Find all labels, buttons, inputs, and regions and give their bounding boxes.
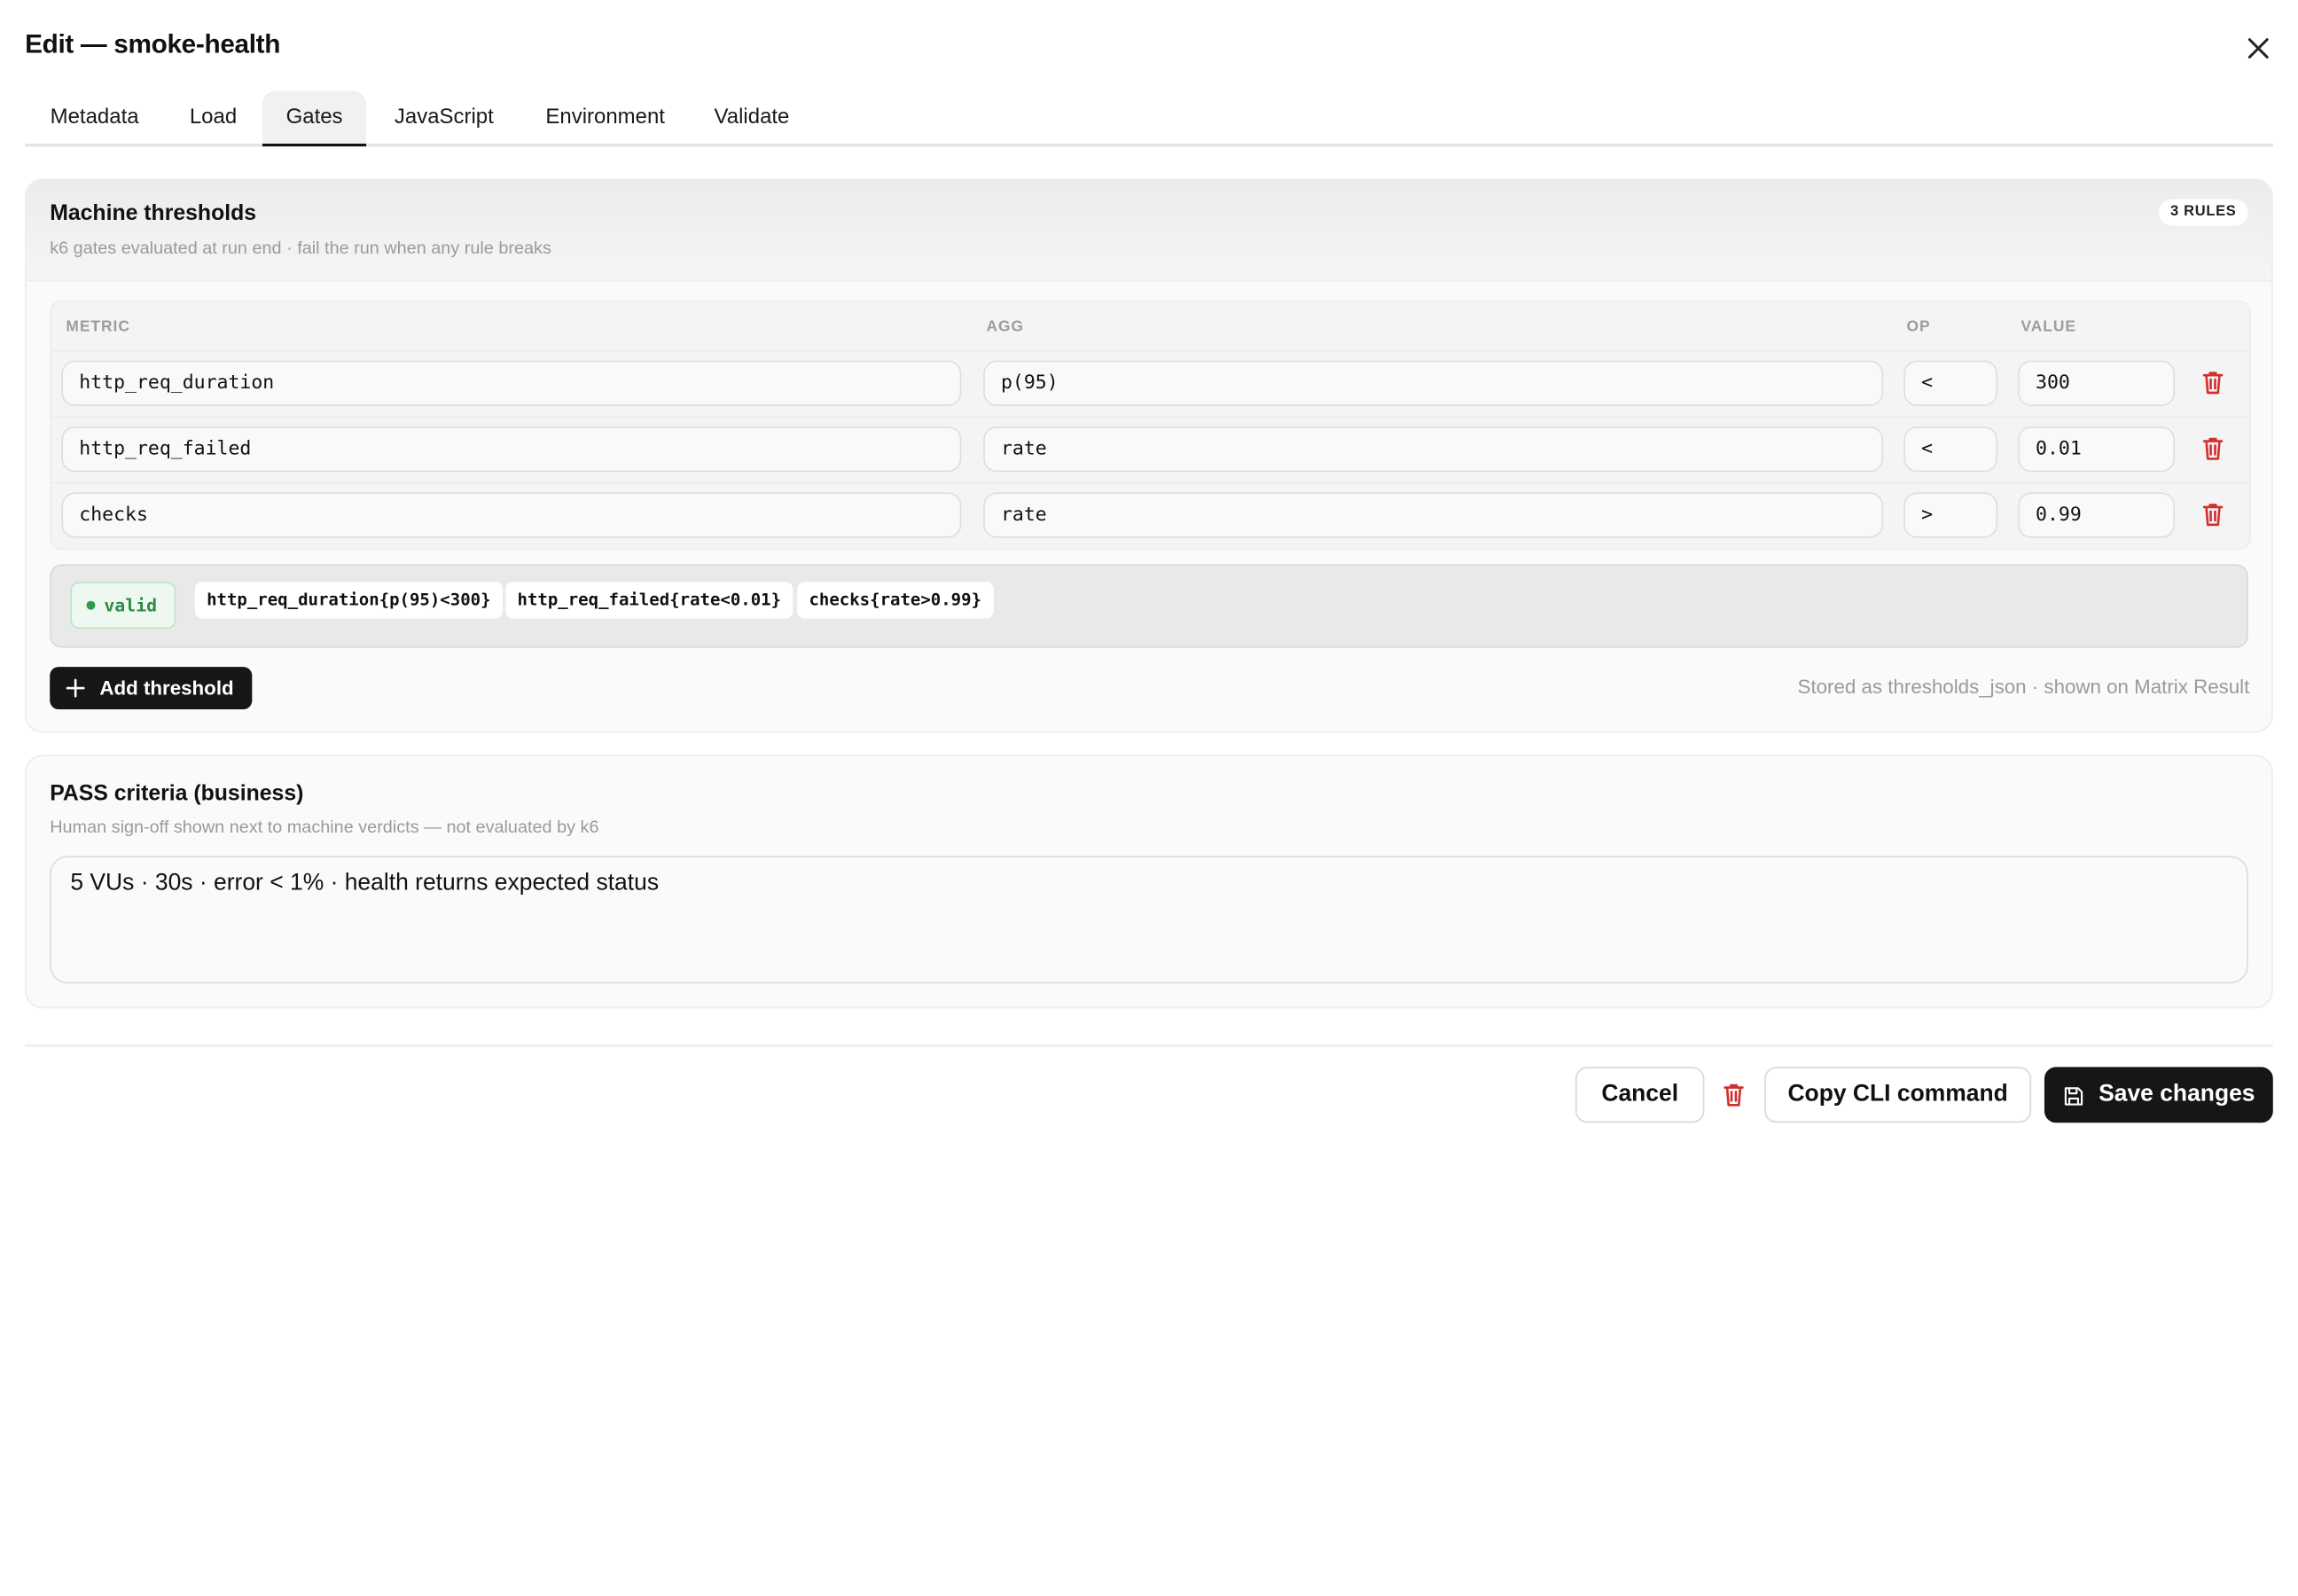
op-select[interactable]: > (1903, 492, 1998, 538)
thresholds-table: METRIC AGG OP VALUE http_req_duration p(… (50, 300, 2252, 550)
pass-criteria-card: PASS criteria (business) Human sign-off … (25, 755, 2273, 1009)
column-header-op: OP (1906, 317, 1931, 336)
tab-environment[interactable]: Environment (521, 90, 688, 144)
metric-input[interactable]: http_req_failed (61, 426, 962, 473)
pass-criteria-subtitle: Human sign-off shown next to machine ver… (50, 816, 599, 837)
threshold-row: http_req_failed rate < 0.01 (51, 416, 2250, 483)
value-input[interactable]: 300 (2018, 360, 2176, 406)
thresholds-card-header: Machine thresholds k6 gates evaluated at… (26, 180, 2272, 282)
save-changes-label: Save changes (2099, 1081, 2255, 1107)
trash-icon[interactable] (2201, 435, 2224, 462)
thresholds-title: Machine thresholds (50, 200, 257, 226)
tab-javascript[interactable]: JavaScript (370, 90, 520, 144)
thresholds-card: Machine thresholds k6 gates evaluated at… (25, 178, 2273, 733)
save-icon (2064, 1087, 2083, 1106)
storage-note: Stored as thresholds_json · shown on Mat… (1797, 676, 2250, 698)
dialog-title: Edit — smoke-health (25, 29, 281, 59)
column-header-metric: METRIC (66, 317, 130, 336)
save-changes-button[interactable]: Save changes (2044, 1067, 2273, 1123)
copy-cli-button[interactable]: Copy CLI command (1764, 1067, 2032, 1123)
tab-load[interactable]: Load (164, 90, 262, 144)
metric-input[interactable]: http_req_duration (61, 360, 962, 406)
trash-icon[interactable] (2201, 501, 2224, 528)
tab-bar: Metadata Load Gates JavaScript Environme… (25, 90, 2273, 147)
trash-icon[interactable] (2201, 370, 2224, 396)
add-threshold-label: Add threshold (99, 677, 234, 700)
agg-input[interactable]: rate (983, 426, 1884, 473)
close-icon[interactable] (2242, 32, 2274, 64)
agg-input[interactable]: rate (983, 492, 1884, 538)
op-select[interactable]: < (1903, 360, 1998, 406)
thresholds-subtitle: k6 gates evaluated at run end · fail the… (50, 237, 551, 258)
pass-criteria-textarea[interactable]: 5 VUs · 30s · error < 1% · health return… (50, 856, 2248, 984)
column-header-agg: AGG (986, 317, 1024, 336)
threshold-expression: http_req_failed{rate<0.01} (505, 582, 793, 619)
threshold-expression: http_req_duration{p(95)<300} (194, 582, 503, 619)
add-threshold-button[interactable]: Add threshold (50, 667, 252, 710)
tab-validate[interactable]: Validate (692, 90, 812, 144)
edit-dialog: Edit — smoke-health Metadata Load Gates … (0, 0, 2298, 1596)
valid-status-label: valid (104, 595, 158, 616)
status-dot-icon (86, 599, 96, 609)
threshold-expression: checks{rate>0.99} (797, 582, 994, 619)
rules-count-badge: 3 RULES (2158, 199, 2248, 226)
footer-divider (25, 1044, 2273, 1047)
value-input[interactable]: 0.01 (2018, 426, 2176, 473)
threshold-preview: valid http_req_duration{p(95)<300} http_… (50, 564, 2248, 648)
column-header-value: VALUE (2021, 317, 2076, 336)
cancel-button[interactable]: Cancel (1575, 1067, 1705, 1123)
plus-icon (66, 678, 85, 698)
valid-status-chip: valid (70, 582, 176, 630)
trash-icon[interactable] (1722, 1082, 1745, 1108)
tab-gates[interactable]: Gates (262, 90, 367, 147)
metric-input[interactable]: checks (61, 492, 962, 538)
agg-input[interactable]: p(95) (983, 360, 1884, 406)
pass-criteria-title: PASS criteria (business) (50, 781, 304, 807)
op-select[interactable]: < (1903, 426, 1998, 473)
value-input[interactable]: 0.99 (2018, 492, 2176, 538)
threshold-row: checks rate > 0.99 (51, 481, 2250, 550)
tab-metadata[interactable]: Metadata (25, 90, 164, 144)
threshold-row: http_req_duration p(95) < 300 (51, 350, 2250, 418)
